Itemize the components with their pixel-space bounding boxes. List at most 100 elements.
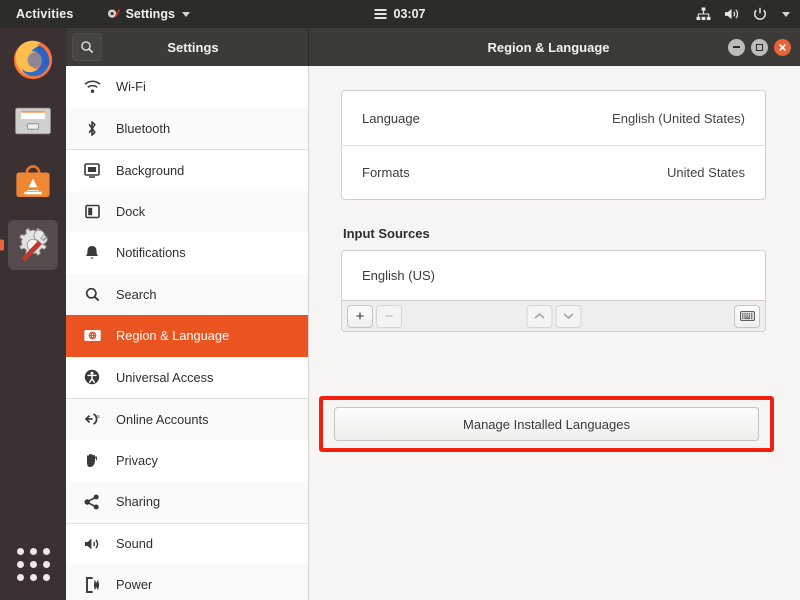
app-menu-label: Settings: [126, 7, 175, 21]
formats-label: Formats: [362, 165, 410, 180]
input-sources-heading: Input Sources: [343, 226, 780, 241]
sidebar-item-label: Dock: [116, 204, 145, 219]
region-language-icon: [82, 327, 102, 345]
sidebar-item-label: Notifications: [116, 245, 186, 260]
sidebar-item-online-accounts[interactable]: s Online Accounts: [66, 398, 308, 440]
sidebar-item-sharing[interactable]: Sharing: [66, 481, 308, 523]
content-header: Region & Language: [309, 28, 800, 66]
window-controls: [728, 39, 791, 56]
sidebar-item-wifi[interactable]: Wi-Fi: [66, 66, 308, 108]
sharing-icon: [82, 493, 102, 511]
dock-item-firefox[interactable]: [0, 28, 66, 90]
dock-item-files[interactable]: [0, 90, 66, 152]
language-card: Language English (United States) Formats…: [341, 90, 766, 200]
move-down-button[interactable]: [555, 305, 581, 328]
input-sources-list: English (US): [341, 250, 766, 301]
sidebar-item-sound[interactable]: Sound: [66, 523, 308, 565]
clock-label: 03:07: [394, 7, 426, 21]
sidebar-item-label: Sharing: [116, 494, 160, 509]
sidebar-item-label: Search: [116, 287, 157, 302]
chevron-up-icon: [533, 312, 545, 320]
dock-item-settings[interactable]: [0, 214, 66, 276]
files-icon: [11, 99, 55, 143]
dock: [0, 28, 66, 600]
settings-icon: [12, 224, 54, 266]
window-body: Wi-Fi Bluetooth Backgr: [66, 66, 800, 600]
bell-icon: [82, 244, 102, 262]
sidebar-item-label: Wi-Fi: [116, 79, 146, 94]
header-bar: Settings Region & Language: [66, 28, 800, 66]
input-sources-toolbar: + −: [341, 301, 766, 332]
maximize-button[interactable]: [751, 39, 768, 56]
svg-text:s: s: [97, 414, 100, 420]
sidebar-item-region-language[interactable]: Region & Language: [66, 315, 308, 357]
close-icon: [778, 43, 787, 52]
power-plug-icon: [82, 576, 102, 594]
chevron-down-icon: [182, 12, 190, 17]
page-title: Region & Language: [309, 40, 728, 55]
sidebar-item-notifications[interactable]: Notifications: [66, 232, 308, 274]
system-tray[interactable]: [696, 7, 790, 21]
add-input-source-button[interactable]: +: [347, 305, 373, 328]
online-accounts-icon: s: [82, 410, 102, 428]
sidebar-item-label: Privacy: [116, 453, 158, 468]
volume-icon: [724, 7, 740, 21]
settings-tools-icon: [106, 7, 121, 22]
sidebar-item-label: Region & Language: [116, 328, 229, 343]
search-icon: [80, 40, 94, 54]
sidebar-item-power[interactable]: Power: [66, 564, 308, 600]
activities-button[interactable]: Activities: [10, 7, 80, 21]
search-button[interactable]: [72, 33, 102, 61]
keyboard-preview-button[interactable]: [734, 305, 760, 328]
bluetooth-icon: [82, 119, 102, 137]
minimize-button[interactable]: [728, 39, 745, 56]
sidebar-item-label: Online Accounts: [116, 412, 208, 427]
language-row[interactable]: Language English (United States): [342, 91, 765, 145]
chevron-down-icon: [782, 12, 790, 17]
background-icon: [82, 161, 102, 179]
sidebar-item-privacy[interactable]: Privacy: [66, 440, 308, 482]
dock-item-ubuntu-software[interactable]: [0, 152, 66, 214]
sidebar: Wi-Fi Bluetooth Backgr: [66, 66, 309, 600]
chevron-down-icon: [562, 312, 574, 320]
close-button[interactable]: [774, 39, 791, 56]
language-label: Language: [362, 111, 420, 126]
privacy-hand-icon: [82, 451, 102, 469]
sidebar-item-bluetooth[interactable]: Bluetooth: [66, 108, 308, 150]
accessibility-icon: [82, 368, 102, 386]
sidebar-item-background[interactable]: Background: [66, 149, 308, 191]
sidebar-item-label: Power: [116, 577, 152, 592]
wifi-icon: [82, 78, 102, 96]
sidebar-item-label: Background: [116, 163, 184, 178]
formats-value: United States: [667, 165, 745, 180]
input-source-item[interactable]: English (US): [362, 268, 435, 283]
remove-input-source-button[interactable]: −: [376, 305, 402, 328]
network-sitemap-icon: [696, 7, 711, 21]
highlight-annotation: Manage Installed Languages: [319, 396, 774, 452]
list-menu-icon: [375, 9, 387, 19]
sidebar-item-label: Sound: [116, 536, 153, 551]
app-grid-icon: [17, 548, 50, 581]
manage-installed-languages-button[interactable]: Manage Installed Languages: [334, 407, 759, 441]
language-value: English (United States): [612, 111, 745, 126]
search-icon: [82, 285, 102, 303]
sidebar-item-universal-access[interactable]: Universal Access: [66, 357, 308, 399]
formats-row[interactable]: Formats United States: [342, 145, 765, 199]
firefox-icon: [10, 36, 56, 82]
app-menu-button[interactable]: Settings: [102, 7, 194, 22]
move-up-button[interactable]: [526, 305, 552, 328]
settings-window: Settings Region & Language: [66, 28, 800, 600]
content-area: Language English (United States) Formats…: [309, 66, 800, 600]
sidebar-item-label: Universal Access: [116, 370, 213, 385]
dock-icon: [82, 202, 102, 220]
sound-icon: [82, 535, 102, 553]
top-bar: Activities Settings 03:07: [0, 0, 800, 28]
ubuntu-software-icon: [12, 162, 54, 204]
show-applications-button[interactable]: [0, 536, 66, 592]
sidebar-item-dock[interactable]: Dock: [66, 191, 308, 233]
power-icon: [753, 7, 767, 21]
clock-button[interactable]: 03:07: [375, 7, 426, 21]
sidebar-title: Settings: [102, 40, 284, 55]
sidebar-item-label: Bluetooth: [116, 121, 170, 136]
sidebar-item-search[interactable]: Search: [66, 274, 308, 316]
